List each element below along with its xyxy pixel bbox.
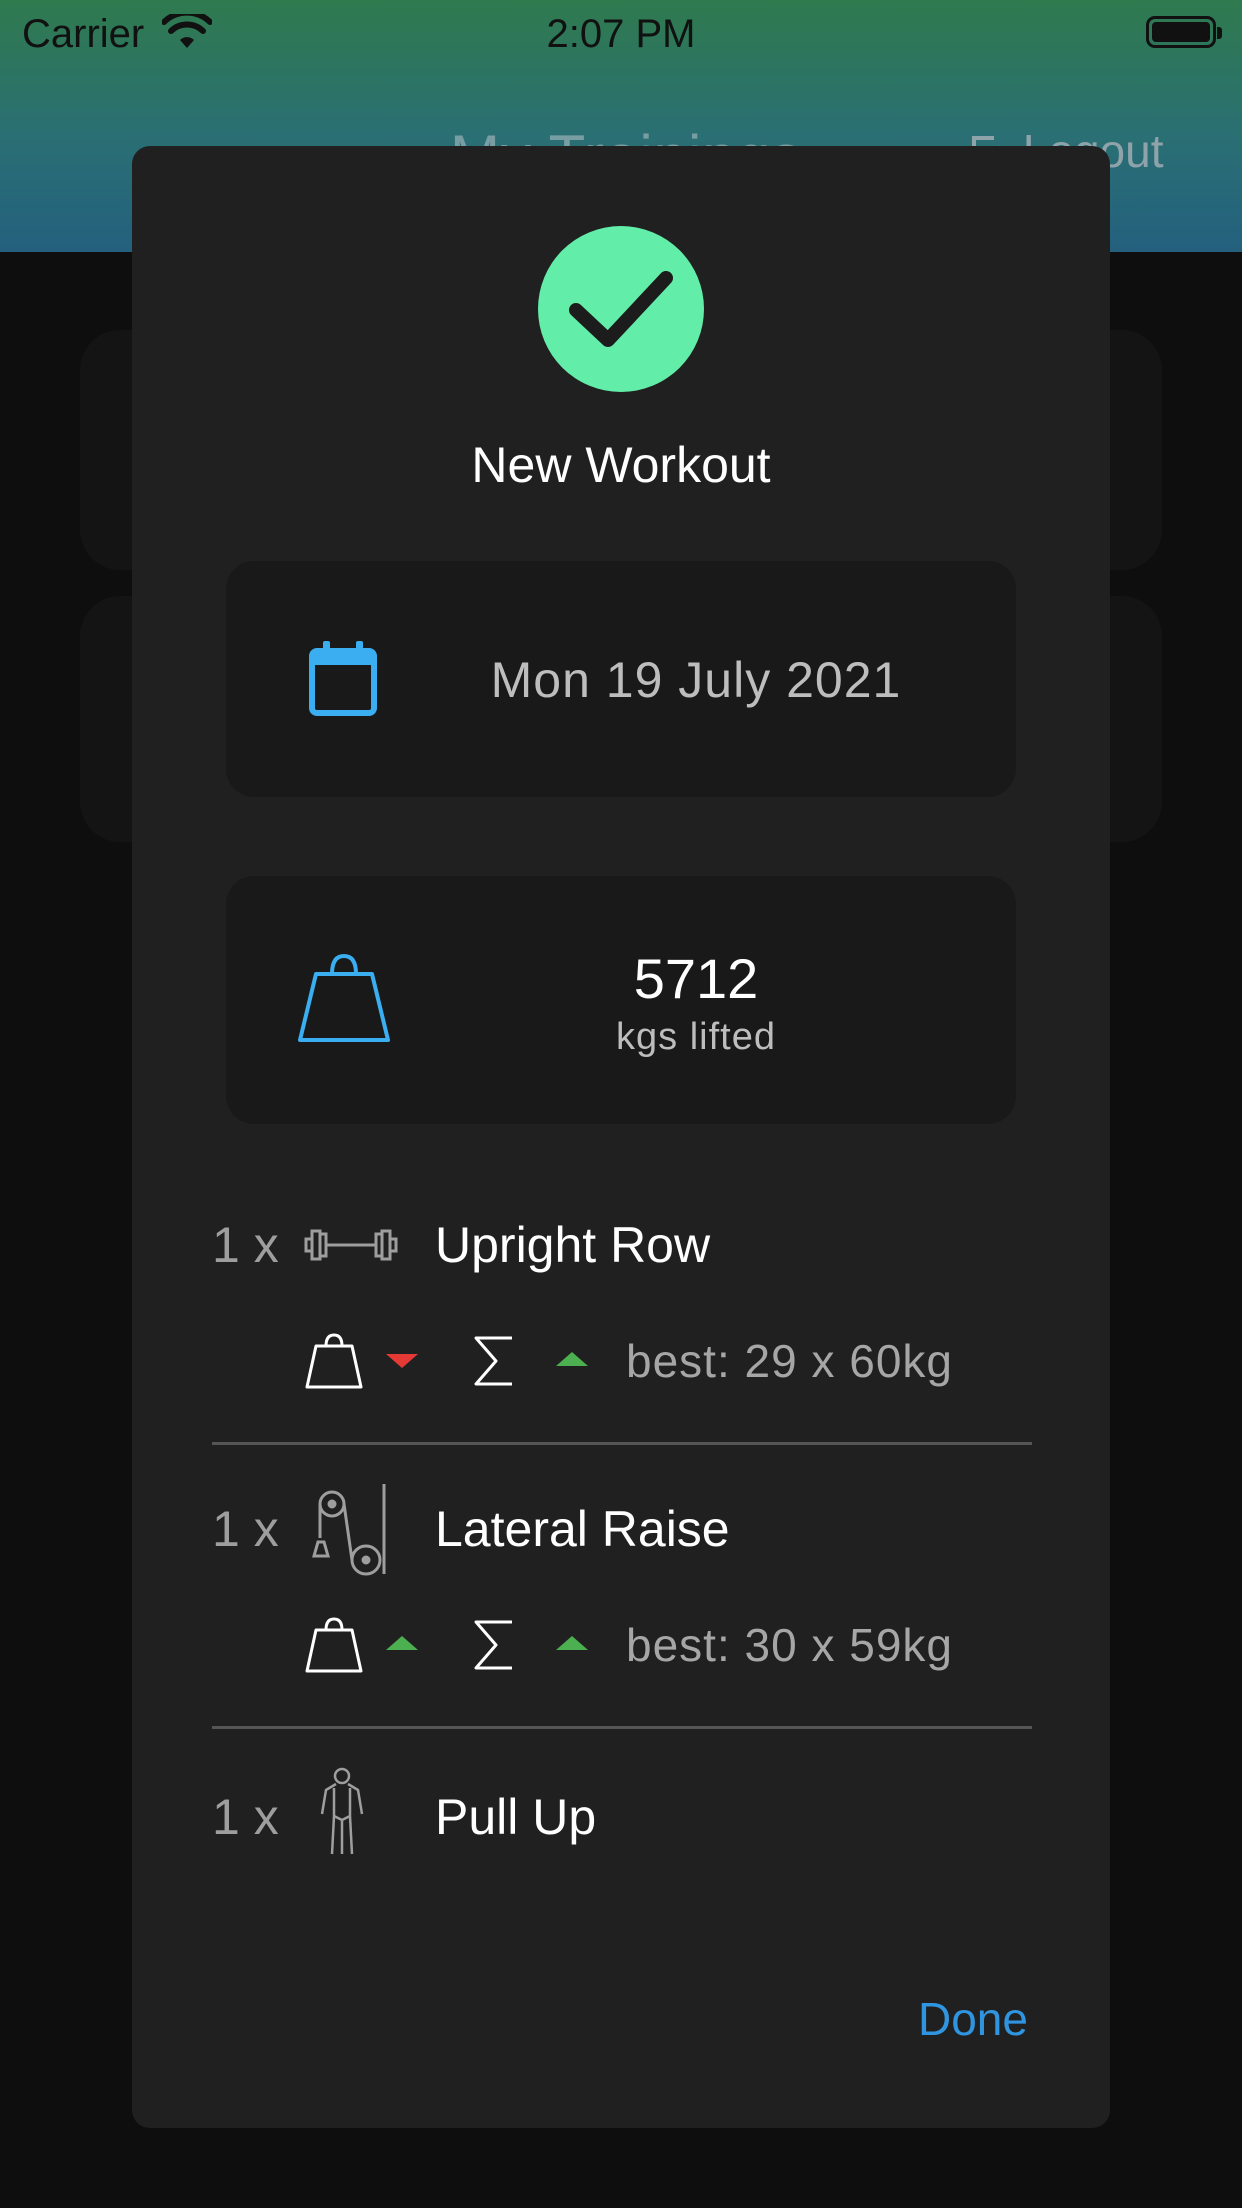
battery-icon — [1146, 16, 1222, 48]
exercise-count: 1 x — [212, 1501, 279, 1557]
workout-summary-modal: New Workout Mon 19 July 2021 5712 kgs li… — [132, 146, 1110, 2128]
trend-up-icon — [556, 1352, 588, 1366]
divider — [212, 1726, 1032, 1729]
modal-title: New Workout — [471, 437, 771, 493]
exercise-name: Lateral Raise — [435, 1501, 730, 1557]
status-bar: Carrier 2:07 PM — [0, 0, 1242, 68]
exercise-count: 1 x — [212, 1789, 279, 1845]
sum-icon — [474, 1620, 512, 1670]
trend-down-icon — [386, 1354, 418, 1368]
total-weight-unit: kgs lifted — [616, 1016, 776, 1058]
best-record: best: 30 x 59kg — [626, 1619, 953, 1671]
date-card[interactable]: Mon 19 July 2021 — [226, 561, 1016, 797]
exercise-count: 1 x — [212, 1217, 279, 1273]
trend-up-icon — [386, 1636, 418, 1650]
calendar-icon — [309, 641, 377, 716]
barbell-icon — [304, 1229, 398, 1261]
total-weight-value: 5712 — [633, 947, 759, 1010]
exercise-name: Pull Up — [435, 1789, 597, 1845]
weight-icon — [305, 1617, 363, 1673]
best-record: best: 29 x 60kg — [626, 1335, 953, 1387]
bodyweight-icon — [320, 1767, 364, 1855]
workout-date: Mon 19 July 2021 — [490, 652, 902, 708]
sum-icon — [474, 1336, 512, 1386]
exercise-name: Upright Row — [435, 1217, 711, 1273]
done-button[interactable]: Done — [918, 1992, 1028, 2046]
weight-icon — [305, 1333, 363, 1389]
success-check-icon — [538, 226, 704, 392]
divider — [212, 1442, 1032, 1445]
exercise-stats: best: 29 x 60kg — [292, 1328, 1032, 1398]
exercise-stats: best: 30 x 59kg — [292, 1612, 1032, 1682]
cable-machine-icon — [312, 1484, 386, 1576]
trend-up-icon — [556, 1636, 588, 1650]
total-weight-card: 5712 kgs lifted — [226, 876, 1016, 1124]
status-time: 2:07 PM — [546, 12, 696, 56]
